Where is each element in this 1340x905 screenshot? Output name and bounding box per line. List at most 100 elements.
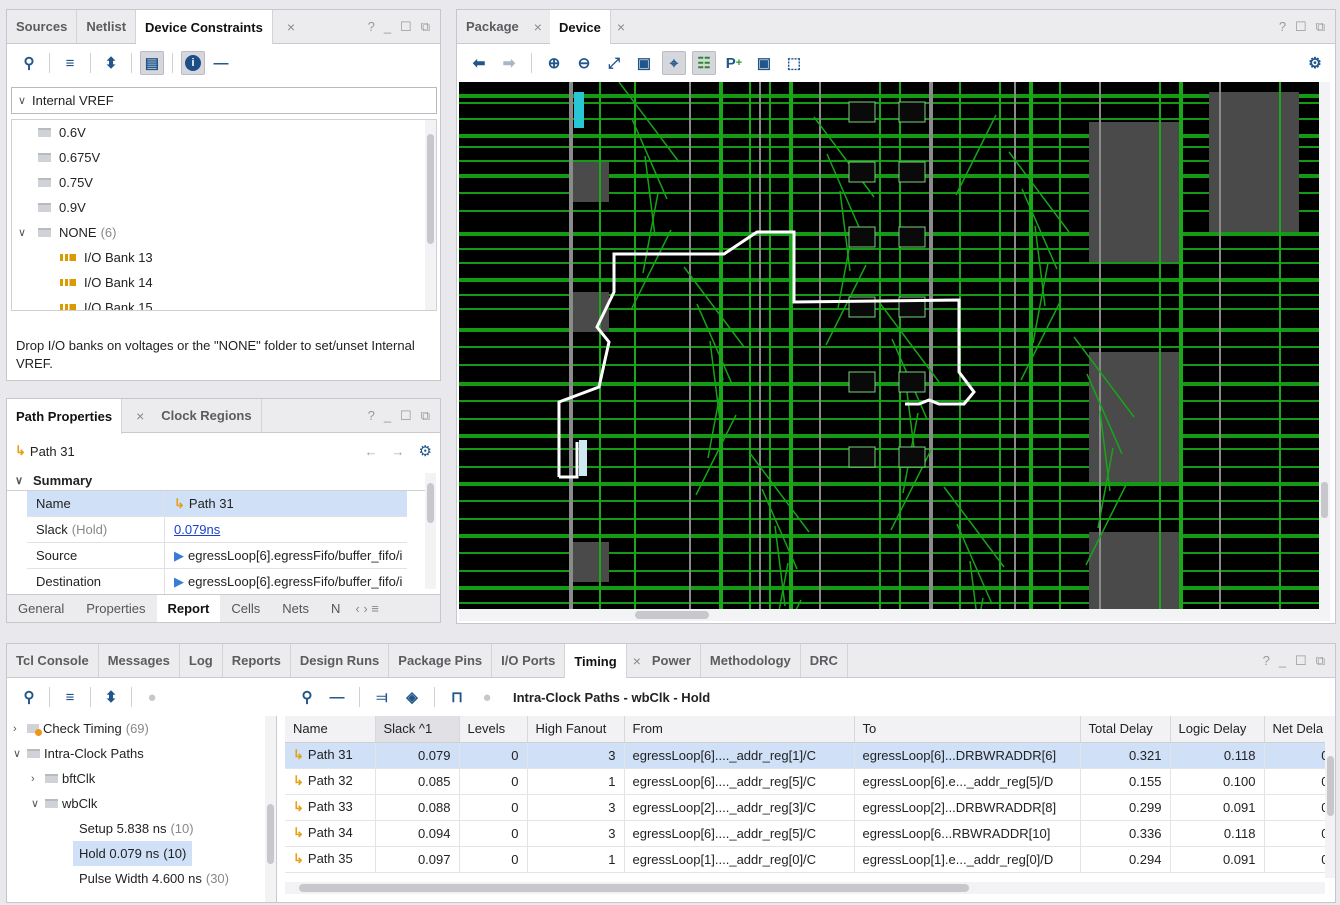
tab-report[interactable]: Report: [156, 594, 221, 622]
tree-item-io-bank-13[interactable]: I/O Bank 13: [12, 245, 436, 270]
col-levels[interactable]: Levels: [459, 716, 528, 743]
tree-item-intra-clock-paths[interactable]: ∨ Intra-Clock Paths: [7, 741, 276, 766]
float-icon[interactable]: ⧉: [421, 408, 430, 424]
close-tab-icon[interactable]: ×: [528, 10, 550, 43]
autofit-icon[interactable]: ⌖: [662, 51, 686, 75]
scrollbar-thumb[interactable]: [267, 804, 274, 864]
highlight-icon[interactable]: ◈: [400, 685, 424, 709]
tab-methodology[interactable]: Methodology: [701, 644, 801, 677]
expand-all-icon[interactable]: ⬍: [99, 51, 123, 75]
scrollbar-thumb[interactable]: [427, 134, 434, 244]
tab-design-runs[interactable]: Design Runs: [291, 644, 390, 677]
tree-item-0-75v[interactable]: 0.75V: [12, 170, 436, 195]
tab-log[interactable]: Log: [180, 644, 223, 677]
tab-netlist[interactable]: Netlist: [77, 10, 137, 43]
tab-reports[interactable]: Reports: [223, 644, 291, 677]
fit-icon[interactable]: ⤢: [602, 51, 626, 75]
device-h-scrollbar[interactable]: [459, 609, 1330, 621]
tab-properties[interactable]: Properties: [75, 601, 156, 616]
scrollbar-thumb[interactable]: [635, 611, 709, 619]
chevron-right-icon[interactable]: ›: [13, 723, 27, 735]
help-icon[interactable]: ?: [368, 19, 375, 34]
schematic-icon[interactable]: ⫤: [370, 685, 394, 709]
minimize-icon[interactable]: _: [384, 19, 391, 34]
col-logic-delay[interactable]: Logic Delay: [1170, 716, 1265, 743]
help-icon[interactable]: ?: [1263, 653, 1270, 668]
col-total-delay[interactable]: Total Delay: [1080, 716, 1171, 743]
help-icon[interactable]: ?: [1279, 19, 1286, 34]
close-tab-icon[interactable]: ×: [611, 10, 633, 43]
table-row[interactable]: ↳ Path 35 0.097 0 1 egressLoop[1]...._addr_re…: [285, 846, 1325, 873]
scrollbar-thumb[interactable]: [1327, 756, 1334, 816]
tree-item-io-bank-14[interactable]: I/O Bank 14: [12, 270, 436, 295]
tree-scrollbar[interactable]: [265, 716, 276, 902]
table-row[interactable]: ↳ Path 31 0.079 0 3 egressLoop[6]...._addr_re…: [285, 742, 1325, 769]
forward-arrow-icon[interactable]: →: [392, 444, 405, 459]
tab-cells[interactable]: Cells: [220, 601, 271, 616]
col-slack[interactable]: Slack ^1: [375, 716, 460, 743]
maximize-icon[interactable]: ☐: [1295, 653, 1307, 669]
maximize-icon[interactable]: ☐: [400, 408, 412, 424]
collapse-all-icon[interactable]: ≡: [58, 51, 82, 75]
prop-row-name[interactable]: Name ↳ Path 31: [27, 491, 407, 517]
expand-all-icon[interactable]: ⬍: [99, 685, 123, 709]
info-icon[interactable]: i: [181, 51, 205, 75]
tab-power[interactable]: Power: [643, 644, 701, 677]
zoom-out-icon[interactable]: ⊖: [572, 51, 596, 75]
maximize-icon[interactable]: ☐: [1295, 19, 1307, 35]
tree-item-0-9v[interactable]: 0.9V: [12, 195, 436, 220]
help-icon[interactable]: ?: [368, 408, 375, 423]
tab-package[interactable]: Package: [457, 10, 528, 43]
col-from[interactable]: From: [624, 716, 855, 743]
collapse-all-icon[interactable]: ≡: [58, 685, 82, 709]
prop-row-slack[interactable]: Slack (Hold) 0.079ns: [27, 517, 407, 543]
tab-timing[interactable]: Timing: [565, 644, 627, 679]
tab-io-ports[interactable]: I/O Ports: [492, 644, 566, 677]
tab-tcl-console[interactable]: Tcl Console: [7, 644, 99, 677]
tab-device-constraints[interactable]: Device Constraints: [136, 10, 273, 45]
slack-link[interactable]: 0.079ns: [174, 522, 220, 537]
zoom-area-icon[interactable]: ▣: [632, 51, 656, 75]
tab-clock-regions[interactable]: Clock Regions: [152, 399, 262, 432]
tab-sources[interactable]: Sources: [7, 10, 78, 43]
table-h-scrollbar[interactable]: [285, 882, 1325, 894]
tree-item-hold[interactable]: Hold 0.079 ns (10): [73, 841, 193, 866]
chevron-down-icon[interactable]: ∨: [13, 747, 27, 760]
prop-row-destination[interactable]: Destination ▶ egressLoop[6].egressFifo/bu…: [27, 569, 407, 595]
gear-icon[interactable]: ⚙: [419, 442, 432, 460]
tree-item-pulse-width[interactable]: Pulse Width 4.600 ns (30): [7, 866, 276, 891]
minus-icon[interactable]: —: [209, 51, 233, 75]
tab-drc[interactable]: DRC: [801, 644, 848, 677]
search-icon[interactable]: ⚲: [17, 51, 41, 75]
tree-item-0-675v[interactable]: 0.675V: [12, 145, 436, 170]
tree-scrollbar[interactable]: [425, 120, 436, 310]
add-pblock-icon[interactable]: P +: [722, 51, 746, 75]
select-icon[interactable]: ▣: [752, 51, 776, 75]
float-icon[interactable]: ⧉: [421, 19, 430, 35]
show-dialog-icon[interactable]: ▤: [140, 51, 164, 75]
search-icon[interactable]: ⚲: [295, 685, 319, 709]
tab-nets[interactable]: Nets: [271, 601, 320, 616]
close-tab-icon[interactable]: ×: [273, 10, 303, 43]
maximize-icon[interactable]: ☐: [400, 19, 412, 35]
search-icon[interactable]: ⚲: [17, 685, 41, 709]
tree-item-setup[interactable]: Setup 5.838 ns (10): [7, 816, 276, 841]
prop-row-source[interactable]: Source ▶ egressLoop[6].egressFifo/buffer_…: [27, 543, 407, 569]
tree-item-check-timing[interactable]: › Check Timing (69): [7, 716, 276, 741]
tree-item-bftclk[interactable]: › bftClk: [7, 766, 276, 791]
table-row[interactable]: ↳ Path 32 0.085 0 1 egressLoop[6]...._addr_re…: [285, 768, 1325, 795]
tab-device[interactable]: Device: [549, 10, 611, 45]
move-icon[interactable]: ⬚: [782, 51, 806, 75]
chevron-down-icon[interactable]: ∨: [31, 797, 45, 810]
device-routing-view[interactable]: [459, 82, 1330, 618]
tab-messages[interactable]: Messages: [99, 644, 180, 677]
minimize-icon[interactable]: _: [1279, 653, 1286, 668]
device-canvas[interactable]: [459, 82, 1330, 618]
waveform-icon[interactable]: ⊓: [445, 685, 469, 709]
tree-item-wbclk[interactable]: ∨ wbClk: [7, 791, 276, 816]
scrollbar-thumb[interactable]: [299, 884, 969, 892]
properties-scrollbar[interactable]: [425, 473, 436, 589]
tree-item-none[interactable]: ∨ NONE (6): [12, 220, 436, 245]
tree-item-0-6v[interactable]: 0.6V: [12, 120, 436, 145]
float-icon[interactable]: ⧉: [1316, 653, 1325, 669]
